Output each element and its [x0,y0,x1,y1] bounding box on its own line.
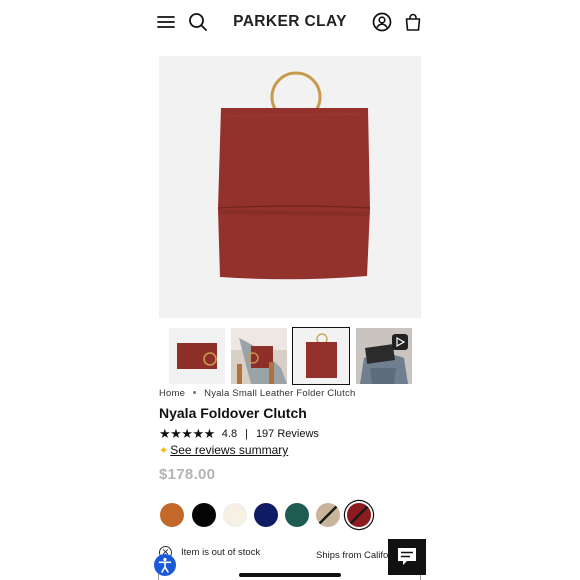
rating-value: 4.8 [221,428,238,440]
breadcrumb: Home Nyala Small Leather Folder Clutch [159,388,355,399]
swatch-navy[interactable] [254,503,278,527]
live-chat-button[interactable] [388,539,426,575]
accessibility-button[interactable] [154,554,176,576]
sparkle-icon: ✦ [159,444,169,457]
chat-icon [398,548,416,565]
thumbnail-bag-in-use[interactable] [231,328,287,384]
swatch-green[interactable] [285,503,309,527]
breadcrumb-separator [193,390,197,394]
see-reviews-summary-link[interactable]: See reviews summary [170,443,288,457]
site-header: PARKER CLAY [0,0,580,44]
product-rating[interactable]: ★★★★★ 4.8 | 197 Reviews [159,426,319,441]
review-count[interactable]: 197 Reviews [256,428,319,440]
image-thumbnails [169,327,413,385]
color-swatches [159,503,379,529]
home-indicator [239,573,341,577]
stock-text: Item is out of stock [181,547,261,558]
cart-icon[interactable] [402,11,424,33]
brand-logo[interactable]: PARKER CLAY [0,13,580,31]
reviews-summary: ✦ See reviews summary [159,443,288,457]
accessibility-icon [158,557,172,573]
star-rating-icon: ★★★★★ [159,426,215,441]
product-title: Nyala Foldover Clutch [159,405,307,421]
thumbnail-bag-upright[interactable] [292,327,350,385]
thumbnail-bag-flat[interactable] [169,328,225,384]
product-price: $178.00 [159,466,216,483]
swatch-cream[interactable] [223,503,247,527]
rating-separator: | [245,428,248,440]
account-icon[interactable] [371,11,393,33]
thumbnail-bag-video[interactable] [356,328,412,384]
product-main-image[interactable] [159,56,421,318]
swatch-black[interactable] [192,503,216,527]
swatch-cognac[interactable] [160,503,184,527]
swatch-red[interactable] [347,503,371,527]
breadcrumb-home[interactable]: Home [159,388,185,399]
breadcrumb-current[interactable]: Nyala Small Leather Folder Clutch [204,388,355,399]
swatch-sand[interactable] [316,503,340,527]
